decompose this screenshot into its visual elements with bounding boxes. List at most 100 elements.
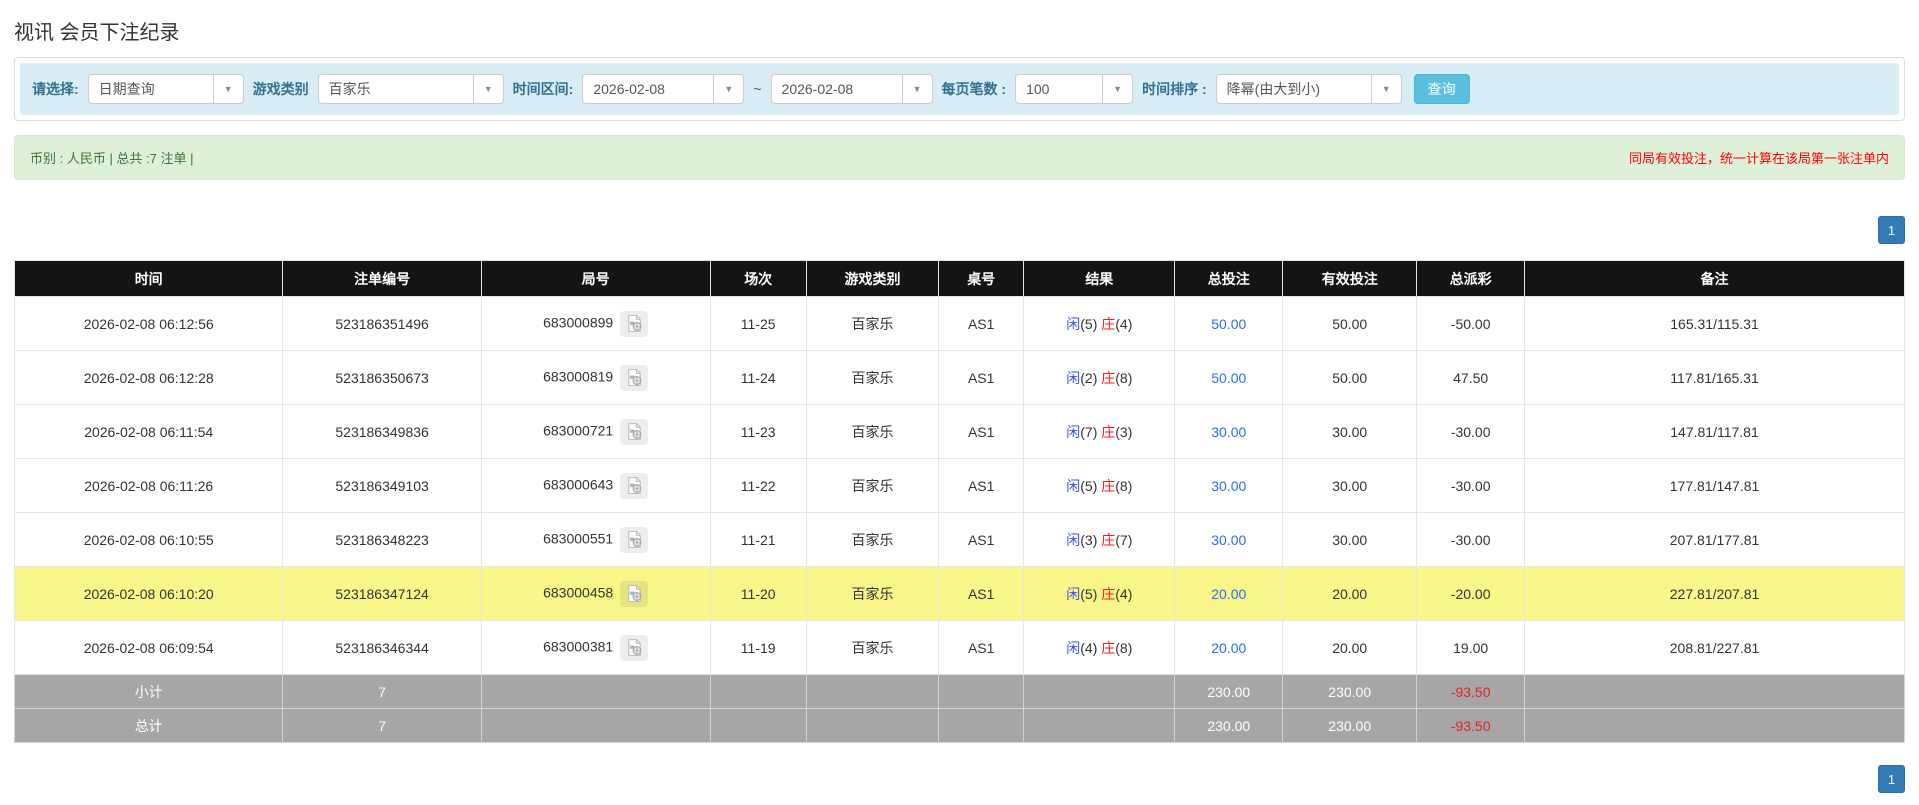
cell-bet-number: 523186346344 xyxy=(283,621,481,675)
film-document-icon xyxy=(625,422,644,441)
column-header: 总派彩 xyxy=(1417,261,1525,297)
column-header: 时间 xyxy=(15,261,283,297)
page-size-value: 100 xyxy=(1016,81,1059,97)
total-bet-link[interactable]: 50.00 xyxy=(1211,370,1246,386)
summary-row: 总计7230.00230.00-93.50 xyxy=(15,709,1905,743)
summary-valid-bet: 230.00 xyxy=(1283,709,1417,743)
video-replay-button[interactable] xyxy=(620,419,648,445)
round-number: 683000819 xyxy=(543,368,613,384)
cell-total-bet: 30.00 xyxy=(1175,459,1283,513)
table-row: 2026-02-08 06:10:55523186348223683000551… xyxy=(15,513,1905,567)
video-replay-button[interactable] xyxy=(620,311,648,337)
summary-empty xyxy=(710,675,806,709)
total-bet-link[interactable]: 50.00 xyxy=(1211,316,1246,332)
cell-table-number: AS1 xyxy=(939,513,1024,567)
query-type-select[interactable]: 日期查询 ▼ xyxy=(88,74,244,104)
summary-empty xyxy=(1525,675,1905,709)
cell-game-type: 百家乐 xyxy=(806,459,938,513)
page-button-1[interactable]: 1 xyxy=(1878,765,1905,793)
result-banker-label: 庄 xyxy=(1101,370,1115,386)
cell-bet-number: 523186348223 xyxy=(283,513,481,567)
cell-remark: 208.81/227.81 xyxy=(1525,621,1905,675)
total-bet-link[interactable]: 30.00 xyxy=(1211,478,1246,494)
cell-payout: -30.00 xyxy=(1417,513,1525,567)
cell-round: 683000899 xyxy=(481,297,710,351)
page-title: 视讯 会员下注纪录 xyxy=(14,16,1905,45)
cell-result: 闲(5) 庄(4) xyxy=(1024,567,1175,621)
result-banker-label: 庄 xyxy=(1101,424,1115,440)
cell-total-bet: 50.00 xyxy=(1175,297,1283,351)
cell-bet-number: 523186350673 xyxy=(283,351,481,405)
chevron-down-icon: ▼ xyxy=(1102,75,1132,103)
column-header: 备注 xyxy=(1525,261,1905,297)
video-replay-button[interactable] xyxy=(620,581,648,607)
cell-total-bet: 50.00 xyxy=(1175,351,1283,405)
result-player-label: 闲 xyxy=(1066,478,1080,494)
film-document-icon xyxy=(625,638,644,657)
cell-bet-number: 523186347124 xyxy=(283,567,481,621)
column-header: 总投注 xyxy=(1175,261,1283,297)
cell-table-number: AS1 xyxy=(939,621,1024,675)
total-bet-link[interactable]: 30.00 xyxy=(1211,532,1246,548)
date-from-value: 2026-02-08 xyxy=(583,81,675,97)
chevron-down-icon: ▼ xyxy=(713,75,743,103)
pagination-bottom: 1 xyxy=(14,765,1905,801)
cell-session: 11-19 xyxy=(710,621,806,675)
cell-result: 闲(3) 庄(7) xyxy=(1024,513,1175,567)
summary-empty xyxy=(806,675,938,709)
cell-time: 2026-02-08 06:12:28 xyxy=(15,351,283,405)
cell-valid-bet: 50.00 xyxy=(1283,297,1417,351)
video-replay-button[interactable] xyxy=(620,527,648,553)
date-to-select[interactable]: 2026-02-08 ▼ xyxy=(771,74,933,104)
summary-payout: -93.50 xyxy=(1417,709,1525,743)
result-player-label: 闲 xyxy=(1066,586,1080,602)
date-from-select[interactable]: 2026-02-08 ▼ xyxy=(582,74,744,104)
cell-remark: 165.31/115.31 xyxy=(1525,297,1905,351)
summary-total-bet: 230.00 xyxy=(1175,709,1283,743)
summary-payout: -93.50 xyxy=(1417,675,1525,709)
cell-total-bet: 30.00 xyxy=(1175,405,1283,459)
cell-round: 683000551 xyxy=(481,513,710,567)
summary-label: 总计 xyxy=(15,709,283,743)
summary-total-bet: 230.00 xyxy=(1175,675,1283,709)
table-row: 2026-02-08 06:11:54523186349836683000721… xyxy=(15,405,1905,459)
video-replay-button[interactable] xyxy=(620,635,648,661)
time-sort-select[interactable]: 降幂(由大到小) ▼ xyxy=(1216,74,1402,104)
total-bet-link[interactable]: 20.00 xyxy=(1211,586,1246,602)
bet-table-foot: 小计7230.00230.00-93.50总计7230.00230.00-93.… xyxy=(15,675,1905,743)
total-bet-link[interactable]: 30.00 xyxy=(1211,424,1246,440)
result-banker-label: 庄 xyxy=(1101,586,1115,602)
page-button-1[interactable]: 1 xyxy=(1878,216,1905,244)
search-button[interactable]: 查询 xyxy=(1414,74,1470,104)
game-type-label: 游戏类别 xyxy=(253,79,309,99)
round-number: 683000381 xyxy=(543,638,613,654)
cell-total-bet: 30.00 xyxy=(1175,513,1283,567)
summary-empty xyxy=(939,709,1024,743)
video-replay-button[interactable] xyxy=(620,365,648,391)
query-type-label: 请选择: xyxy=(32,79,79,99)
cell-time: 2026-02-08 06:12:56 xyxy=(15,297,283,351)
column-header: 有效投注 xyxy=(1283,261,1417,297)
table-row: 2026-02-08 06:12:28523186350673 683000819… xyxy=(15,351,1905,405)
total-bet-link[interactable]: 20.00 xyxy=(1211,640,1246,656)
film-document-icon xyxy=(625,476,644,495)
cell-total-bet: 20.00 xyxy=(1175,621,1283,675)
cell-result: 闲(5) 庄(8) xyxy=(1024,459,1175,513)
page-size-select[interactable]: 100 ▼ xyxy=(1015,74,1133,104)
result-banker-label: 庄 xyxy=(1101,316,1115,332)
cell-valid-bet: 30.00 xyxy=(1283,459,1417,513)
cell-remark: 227.81/207.81 xyxy=(1525,567,1905,621)
game-type-select[interactable]: 百家乐 ▼ xyxy=(318,74,504,104)
chevron-down-icon: ▼ xyxy=(213,75,243,103)
summary-empty xyxy=(939,675,1024,709)
film-document-icon xyxy=(625,368,644,387)
summary-empty xyxy=(1525,709,1905,743)
video-replay-button[interactable] xyxy=(620,473,648,499)
cell-remark: 147.81/117.81 xyxy=(1525,405,1905,459)
cell-game-type: 百家乐 xyxy=(806,351,938,405)
cell-table-number: AS1 xyxy=(939,351,1024,405)
cell-result: 闲(5) 庄(4) xyxy=(1024,297,1175,351)
summary-label: 小计 xyxy=(15,675,283,709)
cell-time: 2026-02-08 06:10:55 xyxy=(15,513,283,567)
summary-empty xyxy=(806,709,938,743)
